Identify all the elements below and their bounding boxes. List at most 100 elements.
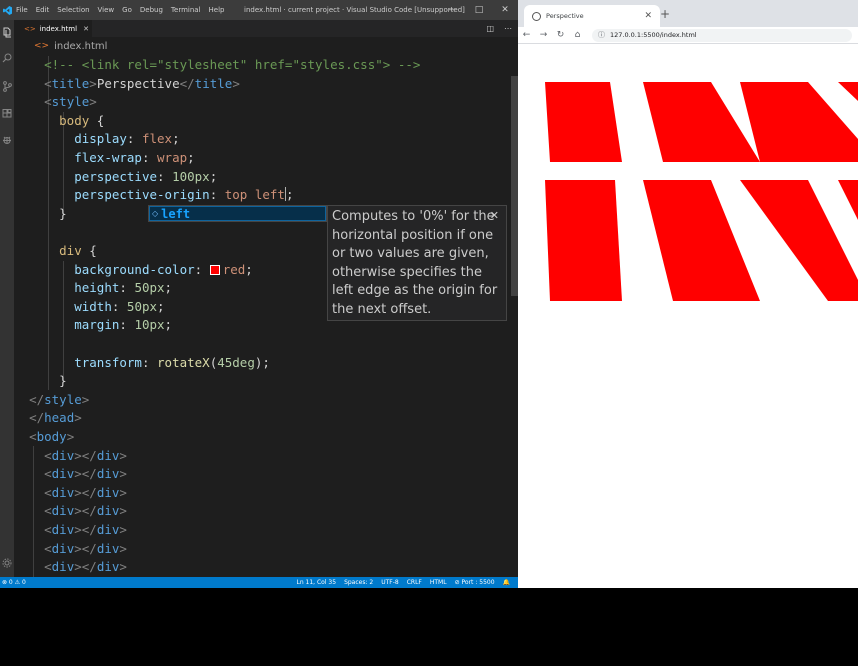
perspective-box [838, 82, 858, 101]
problems-status[interactable]: ⊗ 0 ⚠ 0 [2, 577, 26, 588]
perspective-box [740, 180, 858, 301]
notifications-bell-icon[interactable]: 🔔 [503, 579, 510, 586]
html-file-icon: <> [24, 24, 36, 33]
code-line: <div></div> [44, 503, 127, 519]
new-tab-icon[interactable]: + [660, 7, 670, 21]
code-line: div { [59, 243, 97, 258]
code-line: <!-- <link rel="stylesheet" href="styles… [44, 57, 421, 72]
language-mode[interactable]: HTML [430, 579, 447, 586]
indentation-status[interactable]: Spaces: 2 [344, 579, 373, 586]
code-line: </head> [29, 410, 82, 426]
title-bar: File Edit Selection View Go Debug Terminal Help… [0, 0, 518, 20]
extensions-icon[interactable] [0, 106, 14, 122]
code-line: height: 50px; [74, 280, 173, 296]
menu-edit[interactable]: Edit [36, 6, 50, 14]
address-url: 127.0.0.1:5500/index.html [610, 31, 697, 39]
search-icon[interactable] [0, 50, 14, 66]
code-line: <style> [44, 94, 97, 110]
html-file-icon: <> [34, 41, 50, 51]
perspective-box [838, 180, 858, 220]
perspective-box [740, 82, 858, 162]
menu-selection[interactable]: Selection [57, 6, 89, 14]
browser-tab[interactable]: Perspective ✕ [524, 5, 660, 27]
live-server-icon: ⊘ [454, 579, 462, 586]
live-server-status[interactable]: ⊘ Port : 5500 [455, 579, 495, 586]
address-bar[interactable]: ⓘ 127.0.0.1:5500/index.html [592, 28, 852, 42]
perspective-box [643, 82, 760, 162]
more-actions-icon[interactable]: ⋯ [504, 24, 512, 33]
cursor-position[interactable]: Ln 11, Col 35 [296, 579, 336, 586]
eol-status[interactable]: CRLF [407, 579, 422, 586]
close-icon[interactable]: ✕ [492, 0, 518, 20]
encoding-status[interactable]: UTF-8 [381, 579, 399, 586]
window-controls: — □ ✕ [440, 0, 518, 20]
minimize-icon[interactable]: — [440, 0, 466, 20]
status-right: Ln 11, Col 35 Spaces: 2 UTF-8 CRLF HTML … [296, 577, 510, 588]
browser-window: Perspective ✕ + ← → ↻ ⌂ ⓘ 127.0.0.1:5500… [518, 0, 858, 588]
code-line: width: 50px; [74, 298, 165, 314]
menu-help[interactable]: Help [209, 6, 225, 14]
browser-tab-title: Perspective [546, 12, 584, 20]
tab-close-icon[interactable]: ✕ [83, 25, 89, 33]
perspective-box [545, 82, 622, 162]
activity-bar [0, 20, 14, 577]
code-line: } [59, 205, 67, 221]
code-line: <div></div> [44, 559, 127, 575]
code-line: <div></div> [44, 484, 127, 500]
breadcrumb-label: index.html [54, 40, 108, 52]
settings-gear-icon[interactable] [0, 555, 14, 571]
back-arrow-icon[interactable]: ← [518, 30, 535, 40]
forward-arrow-icon[interactable]: → [535, 30, 552, 40]
code-line: </style> [29, 391, 90, 407]
tab-index-html[interactable]: <> index.html ✕ [14, 20, 92, 37]
browser-tab-strip: Perspective ✕ + [518, 0, 858, 27]
editor-scrollbar[interactable] [510, 56, 518, 577]
color-swatch-icon[interactable] [209, 264, 220, 275]
code-line: <title>Perspective</title> [44, 75, 240, 91]
suggestion-item[interactable]: ◇ left [149, 206, 326, 221]
split-editor-icon[interactable]: ◫ [486, 24, 494, 33]
editor-tab-bar: <> index.html ✕ ◫ ⋯ [14, 20, 518, 37]
scrollbar-thumb[interactable] [511, 76, 518, 296]
debug-icon[interactable] [0, 132, 14, 148]
menu-terminal[interactable]: Terminal [171, 6, 201, 14]
reload-icon[interactable]: ↻ [552, 30, 569, 40]
code-line: display: flex; [74, 131, 180, 147]
suggestion-details: Computes to '0%' for the horizontal posi… [327, 205, 507, 321]
menu-go[interactable]: Go [122, 6, 132, 14]
browser-toolbar: ← → ↻ ⌂ ⓘ 127.0.0.1:5500/index.html [518, 27, 858, 44]
code-line: <body> [29, 429, 75, 444]
code-line: <div></div> [44, 540, 127, 556]
code-line: perspective-origin: top left; [74, 187, 294, 203]
browser-tab-close-icon[interactable]: ✕ [644, 11, 652, 21]
site-info-icon[interactable]: ⓘ [598, 30, 605, 40]
tab-actions: ◫ ⋯ [486, 20, 512, 37]
explorer-icon[interactable] [0, 24, 14, 40]
live-server-port: Port : 5500 [461, 579, 495, 586]
suggestion-widget[interactable]: ◇ left [148, 205, 327, 222]
breadcrumb[interactable]: <> index.html [14, 37, 518, 55]
window-title: index.html · current project · Visual St… [244, 6, 465, 14]
perspective-box [643, 180, 760, 301]
tab-label: index.html [39, 24, 78, 33]
favicon-icon [532, 11, 541, 21]
vscode-logo-icon [0, 0, 14, 20]
menu-file[interactable]: File [16, 6, 28, 14]
source-control-icon[interactable] [0, 78, 14, 94]
code-line: } [59, 373, 67, 389]
code-line: perspective: 100px; [74, 168, 218, 184]
menu-view[interactable]: View [98, 6, 115, 14]
menu-debug[interactable]: Debug [140, 6, 163, 14]
code-line: margin: 10px; [74, 317, 173, 333]
code-line: background-color: red; [74, 261, 253, 277]
maximize-icon[interactable]: □ [466, 0, 492, 20]
home-icon[interactable]: ⌂ [569, 30, 586, 40]
code-line: <div></div> [44, 447, 127, 463]
suggestion-label: left [161, 206, 191, 221]
page-viewport [518, 45, 858, 588]
close-details-icon[interactable]: ✕ [490, 207, 499, 226]
code-line: transform: rotateX(45deg); [74, 354, 270, 370]
rendered-page [545, 82, 858, 301]
perspective-box [545, 180, 622, 301]
code-line: <div></div> [44, 522, 127, 537]
